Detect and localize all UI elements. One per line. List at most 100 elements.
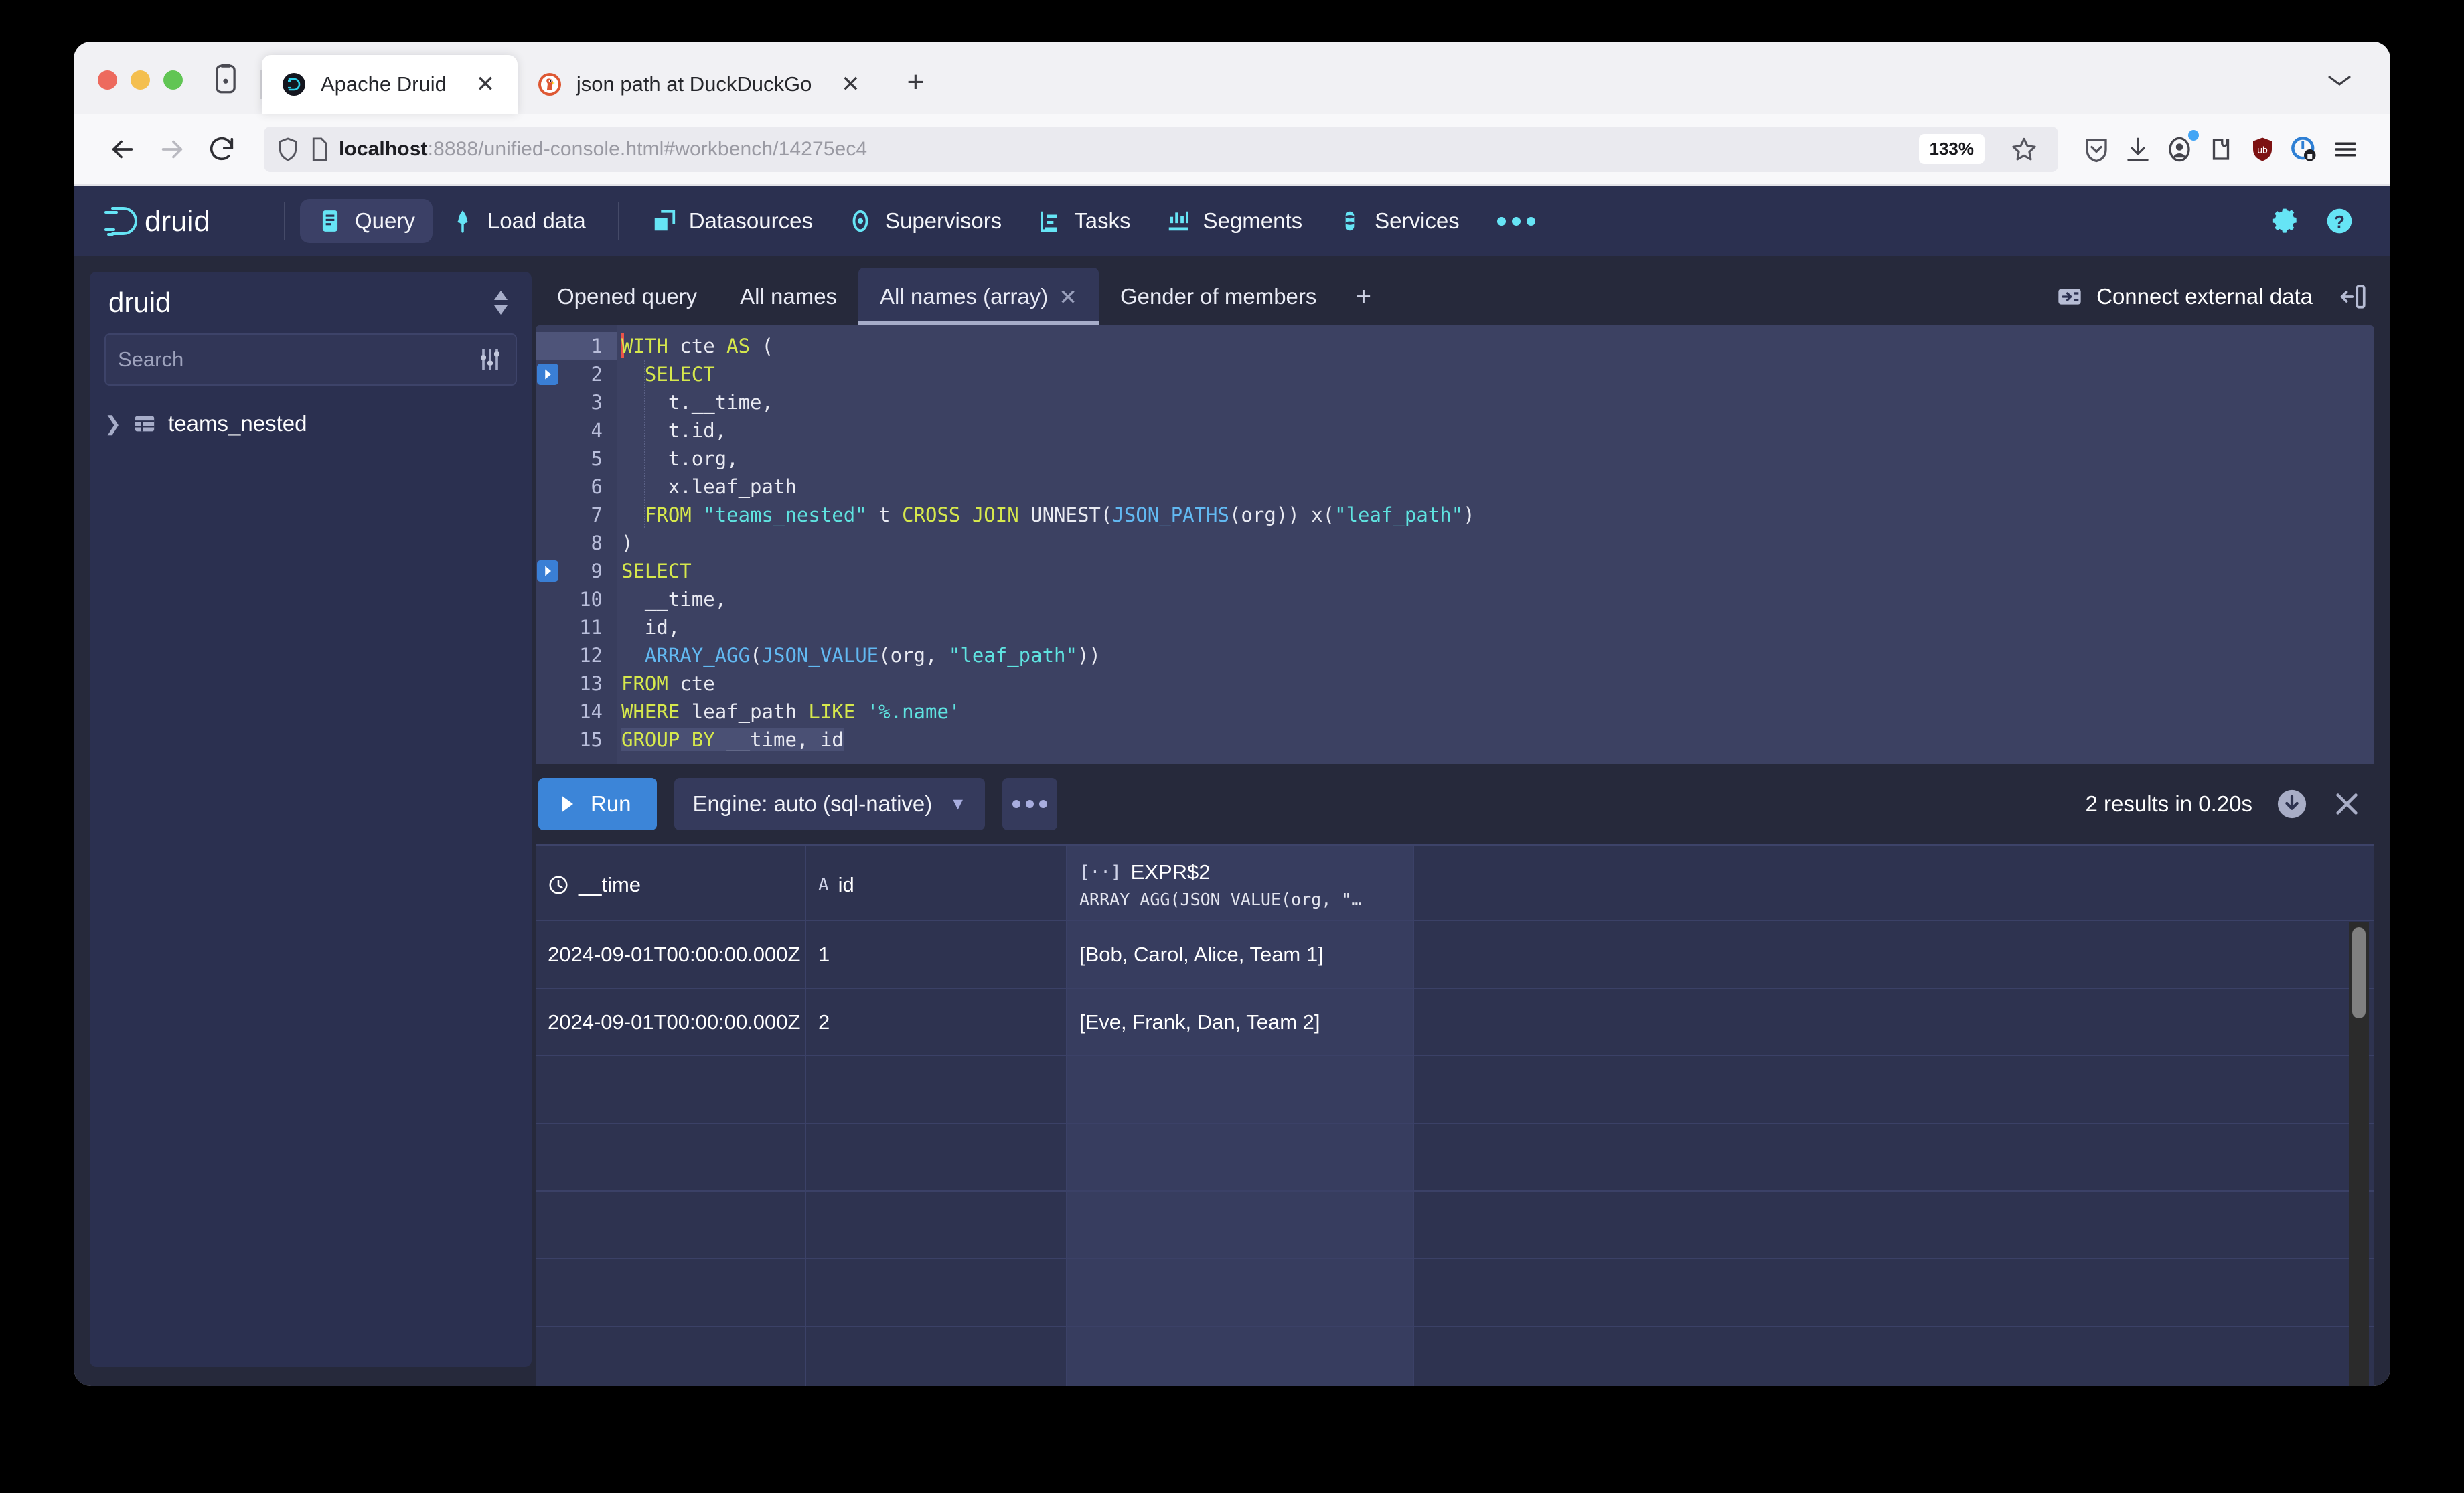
table-row[interactable]: 2024-09-01T00:00:00.000Z 2 [Eve, Frank, … bbox=[536, 988, 2374, 1056]
query-tab-gender-of-members[interactable]: Gender of members bbox=[1099, 268, 1338, 325]
new-tab-button[interactable]: + bbox=[893, 60, 937, 104]
star-icon[interactable] bbox=[2006, 135, 2042, 164]
more-menu-icon[interactable] bbox=[1477, 217, 1555, 226]
result-meta: 2 results in 0.20s bbox=[2086, 789, 2362, 819]
editor-gutter[interactable]: 123456789101112131415 bbox=[536, 325, 617, 764]
filter-sliders-icon[interactable] bbox=[477, 346, 504, 373]
engine-select-button[interactable]: Engine: auto (sql-native) ▼ bbox=[674, 778, 985, 830]
double-caret-icon[interactable] bbox=[489, 287, 513, 319]
gutter-line-number[interactable]: 1 bbox=[536, 332, 617, 360]
gutter-line-number[interactable]: 14 bbox=[536, 698, 617, 726]
close-query-tab-button[interactable]: ✕ bbox=[1059, 284, 1077, 310]
editor-code-line[interactable]: SELECT bbox=[617, 557, 2374, 585]
gutter-line-number[interactable]: 4 bbox=[536, 416, 617, 445]
column-header-expr2[interactable]: [··] EXPR$2 ARRAY_AGG(JSON_VALUE(org, "… bbox=[1067, 846, 1413, 921]
editor-code-line[interactable]: GROUP BY __time, id bbox=[617, 726, 2374, 754]
forward-arrow-icon[interactable] bbox=[147, 125, 197, 174]
editor-code-line[interactable]: ARRAY_AGG(JSON_VALUE(org, "leaf_path")) bbox=[617, 641, 2374, 670]
query-tab-all-names-array[interactable]: All names (array) ✕ bbox=[858, 268, 1099, 325]
search-box[interactable] bbox=[104, 333, 517, 386]
nav-item-query[interactable]: Query bbox=[300, 199, 433, 243]
editor-code-line[interactable]: __time, bbox=[617, 585, 2374, 613]
ublock-origin-icon[interactable]: ub bbox=[2242, 129, 2283, 170]
search-input[interactable] bbox=[118, 347, 477, 372]
table-row[interactable]: 2024-09-01T00:00:00.000Z 1 [Bob, Carol, … bbox=[536, 921, 2374, 988]
gutter-line-number[interactable]: 3 bbox=[536, 388, 617, 416]
downloads-icon[interactable] bbox=[2117, 129, 2159, 170]
editor-code-line[interactable]: SELECT bbox=[617, 360, 2374, 388]
nav-item-supervisors[interactable]: Supervisors bbox=[830, 199, 1019, 243]
shield-icon[interactable] bbox=[276, 137, 300, 162]
gutter-line-number[interactable]: 12 bbox=[536, 641, 617, 670]
gutter-line-number[interactable]: 2 bbox=[536, 360, 617, 388]
browser-tab-duckduckgo[interactable]: json path at DuckDuckGo ✕ bbox=[518, 55, 883, 114]
address-bar[interactable]: localhost:8888/unified-console.html#work… bbox=[264, 127, 2058, 172]
minimize-window-button[interactable] bbox=[131, 70, 150, 90]
run-button[interactable]: Run bbox=[538, 778, 657, 830]
close-tab-button[interactable]: ✕ bbox=[836, 70, 865, 99]
gutter-line-number[interactable]: 6 bbox=[536, 473, 617, 501]
nav-item-services[interactable]: Services bbox=[1320, 199, 1477, 243]
editor-code-line[interactable]: ) bbox=[617, 529, 2374, 557]
more-options-icon[interactable] bbox=[1002, 778, 1057, 830]
help-icon[interactable]: ? bbox=[2325, 206, 2354, 236]
close-results-icon[interactable] bbox=[2331, 789, 2362, 819]
gear-icon[interactable] bbox=[2270, 206, 2299, 236]
sidebar-icon[interactable] bbox=[211, 59, 240, 99]
editor-code-line[interactable]: FROM "teams_nested" t CROSS JOIN UNNEST(… bbox=[617, 501, 2374, 529]
gutter-line-number[interactable]: 11 bbox=[536, 613, 617, 641]
results-vertical-scrollbar[interactable] bbox=[2349, 922, 2369, 1386]
editor-code-line[interactable]: t.__time, bbox=[617, 388, 2374, 416]
zoom-level-badge[interactable]: 133% bbox=[1919, 134, 1985, 164]
gutter-line-number[interactable]: 8 bbox=[536, 529, 617, 557]
nav-item-load-data[interactable]: Load data bbox=[433, 199, 603, 243]
results-table-container[interactable]: __time A id bbox=[536, 844, 2374, 1386]
nav-item-tasks[interactable]: Tasks bbox=[1019, 199, 1148, 243]
pocket-icon[interactable] bbox=[2076, 129, 2117, 170]
editor-code-line[interactable]: t.id, bbox=[617, 416, 2374, 445]
column-header-time[interactable]: __time bbox=[536, 846, 805, 921]
cell-blank bbox=[1413, 1056, 2374, 1123]
tree-item-teams-nested[interactable]: ❯ teams_nested bbox=[104, 406, 517, 442]
run-statement-icon[interactable] bbox=[537, 364, 558, 385]
gutter-line-number[interactable]: 10 bbox=[536, 585, 617, 613]
editor-code-line[interactable]: t.org, bbox=[617, 445, 2374, 473]
close-tab-button[interactable]: ✕ bbox=[471, 70, 500, 99]
app-menu-icon[interactable] bbox=[2325, 129, 2366, 170]
nav-item-segments[interactable]: Segments bbox=[1148, 199, 1320, 243]
run-statement-icon[interactable] bbox=[537, 560, 558, 582]
download-icon[interactable] bbox=[2277, 789, 2307, 819]
close-window-button[interactable] bbox=[98, 70, 117, 90]
druid-logo[interactable]: druid bbox=[99, 200, 260, 242]
connect-external-data-button[interactable]: Connect external data bbox=[2056, 283, 2313, 310]
query-tab-all-names[interactable]: All names bbox=[718, 268, 858, 325]
gutter-line-number[interactable]: 13 bbox=[536, 670, 617, 698]
page-info-icon[interactable] bbox=[309, 137, 329, 162]
add-query-tab-button[interactable]: + bbox=[1338, 268, 1389, 325]
account-icon[interactable] bbox=[2159, 129, 2200, 170]
gutter-line-number[interactable]: 7 bbox=[536, 501, 617, 529]
gutter-line-number[interactable]: 5 bbox=[536, 445, 617, 473]
column-header-id[interactable]: A id bbox=[805, 846, 1067, 921]
chevron-right-icon[interactable]: ❯ bbox=[104, 412, 121, 436]
nav-item-datasources[interactable]: Datasources bbox=[634, 199, 830, 243]
gutter-line-number[interactable]: 15 bbox=[536, 726, 617, 754]
chevron-down-icon[interactable] bbox=[2319, 64, 2360, 96]
editor-code-line[interactable]: id, bbox=[617, 613, 2374, 641]
scrollbar-thumb[interactable] bbox=[2352, 927, 2366, 1018]
query-tab-opened-query[interactable]: Opened query bbox=[536, 268, 718, 325]
browser-tab-apache-druid[interactable]: Apache Druid ✕ bbox=[262, 55, 518, 114]
editor-code-line[interactable]: FROM cte bbox=[617, 670, 2374, 698]
maximize-window-button[interactable] bbox=[163, 70, 183, 90]
back-arrow-icon[interactable] bbox=[98, 125, 147, 174]
collapse-right-panel-icon[interactable] bbox=[2339, 283, 2368, 311]
privacy-badger-icon[interactable] bbox=[2283, 129, 2325, 170]
reload-icon[interactable] bbox=[197, 125, 246, 174]
gutter-line-number[interactable]: 9 bbox=[536, 557, 617, 585]
sql-editor[interactable]: 123456789101112131415 WITH cte AS ( SELE… bbox=[536, 325, 2374, 764]
editor-code-area[interactable]: WITH cte AS ( SELECT t.__time, t.id, t.o… bbox=[617, 325, 2374, 764]
extensions-icon[interactable] bbox=[2200, 129, 2242, 170]
editor-code-line[interactable]: x.leaf_path bbox=[617, 473, 2374, 501]
editor-code-line[interactable]: WITH cte AS ( bbox=[617, 332, 2374, 360]
editor-code-line[interactable]: WHERE leaf_path LIKE '%.name' bbox=[617, 698, 2374, 726]
